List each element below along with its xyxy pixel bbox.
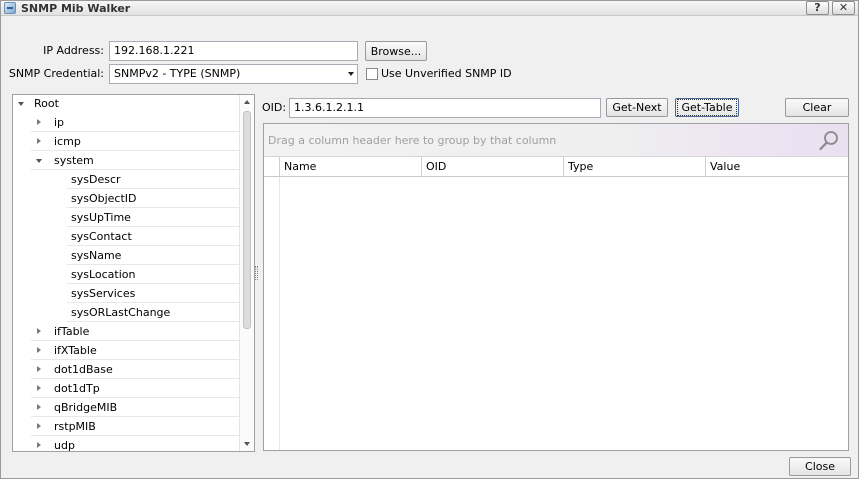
- tree-node-label: ip: [54, 116, 65, 129]
- column-header-name[interactable]: Name: [280, 157, 422, 177]
- pane-splitter-handle[interactable]: [255, 266, 258, 280]
- tree-leaf-sysuptime[interactable]: sysUpTime: [67, 208, 239, 227]
- tree-node-label: sysContact: [71, 230, 132, 243]
- tree-node-label: Root: [34, 97, 59, 110]
- tree-node-label: dot1dTp: [54, 382, 100, 395]
- search-icon[interactable]: [818, 130, 840, 152]
- tree-scrollbar[interactable]: [239, 95, 254, 451]
- scroll-down-icon[interactable]: [244, 442, 250, 446]
- tree-node-label: sysUpTime: [71, 211, 131, 224]
- tree-node-label: qBridgeMIB: [54, 401, 118, 414]
- expand-arrow-icon[interactable]: [37, 442, 41, 448]
- use-unverified-checkbox[interactable]: [366, 68, 378, 80]
- oid-label: OID:: [262, 101, 287, 114]
- get-table-button[interactable]: Get-Table: [675, 98, 739, 117]
- tree-node-label: sysDescr: [71, 173, 121, 186]
- help-button[interactable]: ?: [806, 1, 829, 15]
- tree-node-label: udp: [54, 439, 75, 452]
- tree-node-ifxtable[interactable]: ifXTable: [31, 341, 239, 360]
- snmp-mib-walker-window: SNMP Mib Walker ? ✕ IP Address: 192.168.…: [0, 0, 859, 479]
- tree-node-iftable[interactable]: ifTable: [31, 322, 239, 341]
- collapse-arrow-icon[interactable]: [36, 159, 42, 163]
- scrollbar-thumb[interactable]: [243, 111, 251, 329]
- chevron-down-icon[interactable]: [348, 72, 354, 76]
- tree-leaf-sysname[interactable]: sysName: [67, 246, 239, 265]
- tree-node-system[interactable]: system: [31, 151, 239, 170]
- group-by-prompt: Drag a column header here to group by th…: [268, 134, 557, 147]
- tree-node-label: dot1dBase: [54, 363, 113, 376]
- row-indicator-header: [264, 157, 280, 177]
- column-header-oid[interactable]: OID: [422, 157, 564, 177]
- tree-node-label: sysServices: [71, 287, 136, 300]
- column-header-type[interactable]: Type: [564, 157, 706, 177]
- tree-leaf-sysorlastchange[interactable]: sysORLastChange: [67, 303, 239, 322]
- expand-arrow-icon[interactable]: [37, 119, 41, 125]
- tree-node-label: sysObjectID: [71, 192, 137, 205]
- tree-node-label: ifXTable: [54, 344, 97, 357]
- results-grid[interactable]: Drag a column header here to group by th…: [263, 123, 849, 451]
- tree-node-dot1dtp[interactable]: dot1dTp: [31, 379, 239, 398]
- tree-leaf-sysdescr[interactable]: sysDescr: [67, 170, 239, 189]
- row-indicator-column: [264, 177, 280, 450]
- tree-node-label: rstpMIB: [54, 420, 96, 433]
- ip-address-label: IP Address:: [43, 44, 104, 57]
- snmp-credential-label: SNMP Credential:: [8, 67, 104, 80]
- ip-address-input[interactable]: 192.168.1.221: [109, 41, 358, 61]
- app-icon: [4, 2, 16, 14]
- expand-arrow-icon[interactable]: [37, 328, 41, 334]
- tree-node-qbridgemib[interactable]: qBridgeMIB: [31, 398, 239, 417]
- expand-arrow-icon[interactable]: [37, 347, 41, 353]
- clear-button[interactable]: Clear: [785, 98, 849, 117]
- help-icon: ?: [814, 1, 821, 14]
- tree-node-label: sysName: [71, 249, 122, 262]
- snmp-credential-select[interactable]: SNMPv2 - TYPE (SNMP): [109, 64, 358, 84]
- oid-input[interactable]: 1.3.6.1.2.1.1: [289, 98, 601, 118]
- tree-leaf-syscontact[interactable]: sysContact: [67, 227, 239, 246]
- tree-node-ip[interactable]: ip: [31, 113, 239, 132]
- mib-tree[interactable]: Root ip icmp system sysDescr sysObjectID…: [12, 94, 255, 452]
- tree-node-label: icmp: [54, 135, 81, 148]
- tree-node-label: ifTable: [54, 325, 90, 338]
- tree-node-label: sysLocation: [71, 268, 136, 281]
- tree-node-label: system: [54, 154, 94, 167]
- expand-arrow-icon[interactable]: [37, 366, 41, 372]
- window-close-button[interactable]: ✕: [832, 1, 855, 15]
- window-title: SNMP Mib Walker: [21, 2, 131, 15]
- expand-arrow-icon[interactable]: [37, 385, 41, 391]
- expand-arrow-icon[interactable]: [37, 138, 41, 144]
- tree-leaf-syslocation[interactable]: sysLocation: [67, 265, 239, 284]
- title-bar[interactable]: SNMP Mib Walker ? ✕: [1, 1, 858, 16]
- column-header-value[interactable]: Value: [706, 157, 848, 177]
- expand-arrow-icon[interactable]: [37, 423, 41, 429]
- expand-arrow-icon[interactable]: [18, 102, 24, 106]
- tree-leaf-sysservices[interactable]: sysServices: [67, 284, 239, 303]
- tree-node-icmp[interactable]: icmp: [31, 132, 239, 151]
- expand-arrow-icon[interactable]: [37, 404, 41, 410]
- close-button[interactable]: Close: [789, 457, 851, 476]
- tree-leaf-sysobjectid[interactable]: sysObjectID: [67, 189, 239, 208]
- browse-button[interactable]: Browse...: [365, 41, 427, 61]
- get-table-label: Get-Table: [677, 99, 737, 116]
- use-unverified-label: Use Unverified SNMP ID: [381, 67, 512, 80]
- scroll-up-icon[interactable]: [244, 100, 250, 104]
- group-by-panel[interactable]: Drag a column header here to group by th…: [264, 124, 848, 157]
- tree-node-dot1dbase[interactable]: dot1dBase: [31, 360, 239, 379]
- snmp-credential-value: SNMPv2 - TYPE (SNMP): [114, 67, 241, 80]
- tree-node-root[interactable]: Root: [13, 95, 239, 113]
- tree-node-rstpmib[interactable]: rstpMIB: [31, 417, 239, 436]
- tree-node-udp[interactable]: udp: [31, 436, 239, 452]
- close-icon: ✕: [838, 1, 849, 14]
- tree-node-label: sysORLastChange: [71, 306, 171, 319]
- get-next-button[interactable]: Get-Next: [606, 98, 668, 117]
